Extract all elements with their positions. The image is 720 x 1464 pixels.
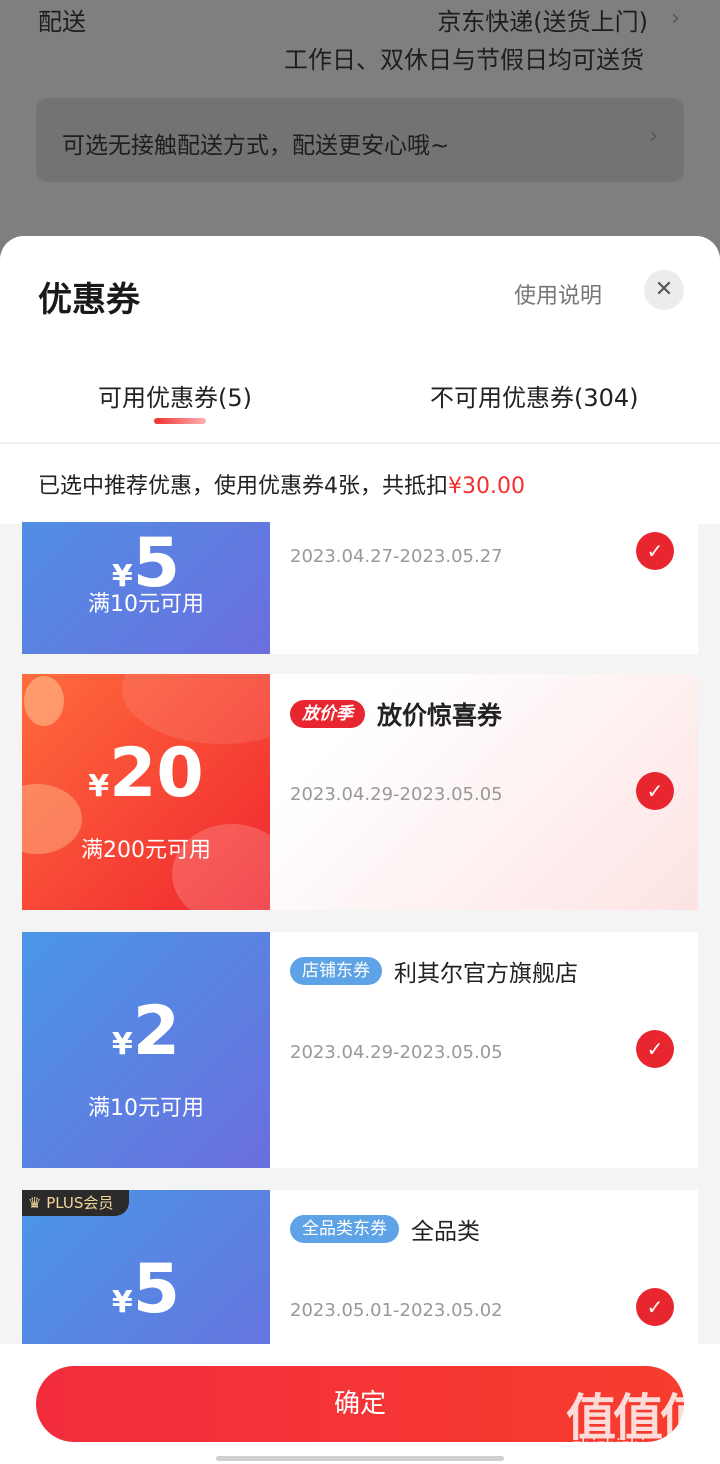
coupon-amount: ¥5 — [111, 1250, 181, 1329]
background-page: 配送 京东快递(送货上门) › 工作日、双休日与节假日均可送货 可选无接触配送方… — [0, 0, 720, 240]
coupon-condition: 满10元可用 — [88, 1096, 204, 1121]
coupon-date: 2023.04.29-2023.05.05 — [290, 1042, 503, 1063]
coupon-title: 放价惊喜券 — [377, 701, 503, 730]
coupon-detail: 2023.04.27-2023.05.27 ✓ — [270, 522, 698, 654]
coupon-date: 2023.04.29-2023.05.05 — [290, 784, 503, 805]
tab-unavailable-coupons[interactable]: 不可用优惠券(304) — [430, 378, 639, 413]
coupon-card[interactable]: ¥5 满10元可用 2023.04.27-2023.05.27 ✓ — [22, 522, 698, 654]
coupon-value-panel: ¥20 满200元可用 — [22, 674, 322, 910]
coupon-value-panel: ¥5 满10元可用 — [22, 522, 270, 654]
coupon-detail: 放价季 放价惊喜券 2023.04.29-2023.05.05 ✓ — [270, 674, 698, 910]
active-tab-indicator — [154, 418, 206, 424]
coupon-card[interactable]: ♛ PLUS会员 ¥5 全品类东券 全品类 2023.05.01-2023.05… — [22, 1190, 698, 1344]
coupon-card[interactable]: ¥20 满200元可用 放价季 放价惊喜券 2023.04.29-2023.05… — [22, 674, 698, 910]
summary-text: 已选中推荐优惠，使用优惠券4张，共抵扣 — [38, 474, 448, 499]
coupon-detail: 全品类东券 全品类 2023.05.01-2023.05.02 ✓ — [270, 1190, 698, 1344]
contactless-tip: 可选无接触配送方式，配送更安心哦~ — [62, 133, 450, 159]
contactless-banner: 可选无接触配送方式，配送更安心哦~ › — [36, 98, 684, 182]
coupon-card[interactable]: ¥2 满10元可用 店铺东券 利其尔官方旗舰店 2023.04.29-2023.… — [22, 932, 698, 1168]
coupon-badge: 放价季 — [290, 700, 365, 728]
coupon-date: 2023.04.27-2023.05.27 — [290, 546, 503, 567]
close-icon[interactable]: ✕ — [644, 270, 684, 310]
home-indicator — [216, 1456, 504, 1461]
coupon-value-panel: ♛ PLUS会员 ¥5 — [22, 1190, 270, 1344]
coupon-date: 2023.05.01-2023.05.02 — [290, 1300, 503, 1321]
watermark-site: zhizhizhi.com — [572, 1436, 687, 1456]
coupon-condition: 满200元可用 — [81, 838, 211, 863]
selection-summary: 已选中推荐优惠，使用优惠券4张，共抵扣¥30.00 — [38, 468, 525, 500]
sheet-title: 优惠券 — [38, 280, 140, 320]
sheet-header: 优惠券 使用说明 ✕ 可用优惠券(5) 不可用优惠券(304) 已选中推荐优惠，… — [0, 236, 720, 524]
chevron-right-icon: › — [649, 124, 658, 149]
checkmark-icon[interactable]: ✓ — [636, 772, 674, 810]
coupon-badge: 店铺东券 — [290, 957, 382, 985]
coupon-detail: 店铺东券 利其尔官方旗舰店 2023.04.29-2023.05.05 ✓ — [270, 932, 698, 1168]
coupon-badge: 全品类东券 — [290, 1215, 399, 1243]
coupon-sheet: 优惠券 使用说明 ✕ 可用优惠券(5) 不可用优惠券(304) 已选中推荐优惠，… — [0, 236, 720, 1464]
plus-member-tag: ♛ PLUS会员 — [22, 1190, 130, 1216]
checkmark-icon[interactable]: ✓ — [636, 1030, 674, 1068]
divider — [0, 442, 720, 444]
summary-amount: ¥30.00 — [448, 474, 525, 499]
delivery-days: 工作日、双休日与节假日均可送货 — [284, 46, 644, 74]
coupon-condition: 满10元可用 — [88, 592, 204, 617]
chevron-right-icon: › — [671, 6, 680, 31]
coupon-title: 全品类 — [411, 1219, 480, 1245]
coupon-amount: ¥20 — [88, 734, 204, 813]
checkmark-icon[interactable]: ✓ — [636, 532, 674, 570]
coupon-list[interactable]: ¥5 满10元可用 2023.04.27-2023.05.27 ✓ ¥20 满2… — [0, 522, 720, 1344]
coupon-title-row: 全品类东券 全品类 — [290, 1212, 480, 1246]
usage-instructions-link[interactable]: 使用说明 — [514, 278, 602, 310]
coupon-value-panel: ¥2 满10元可用 — [22, 932, 270, 1168]
coupon-title-row: 放价季 放价惊喜券 — [290, 696, 502, 732]
tab-available-coupons[interactable]: 可用优惠券(5) — [98, 378, 252, 413]
checkmark-icon[interactable]: ✓ — [636, 1288, 674, 1326]
delivery-method: 京东快递(送货上门) — [437, 8, 648, 36]
coupon-amount: ¥2 — [111, 992, 181, 1071]
coupon-title: 利其尔官方旗舰店 — [394, 961, 578, 987]
delivery-label: 配送 — [38, 8, 86, 36]
coupon-title-row: 店铺东券 利其尔官方旗舰店 — [290, 954, 578, 988]
